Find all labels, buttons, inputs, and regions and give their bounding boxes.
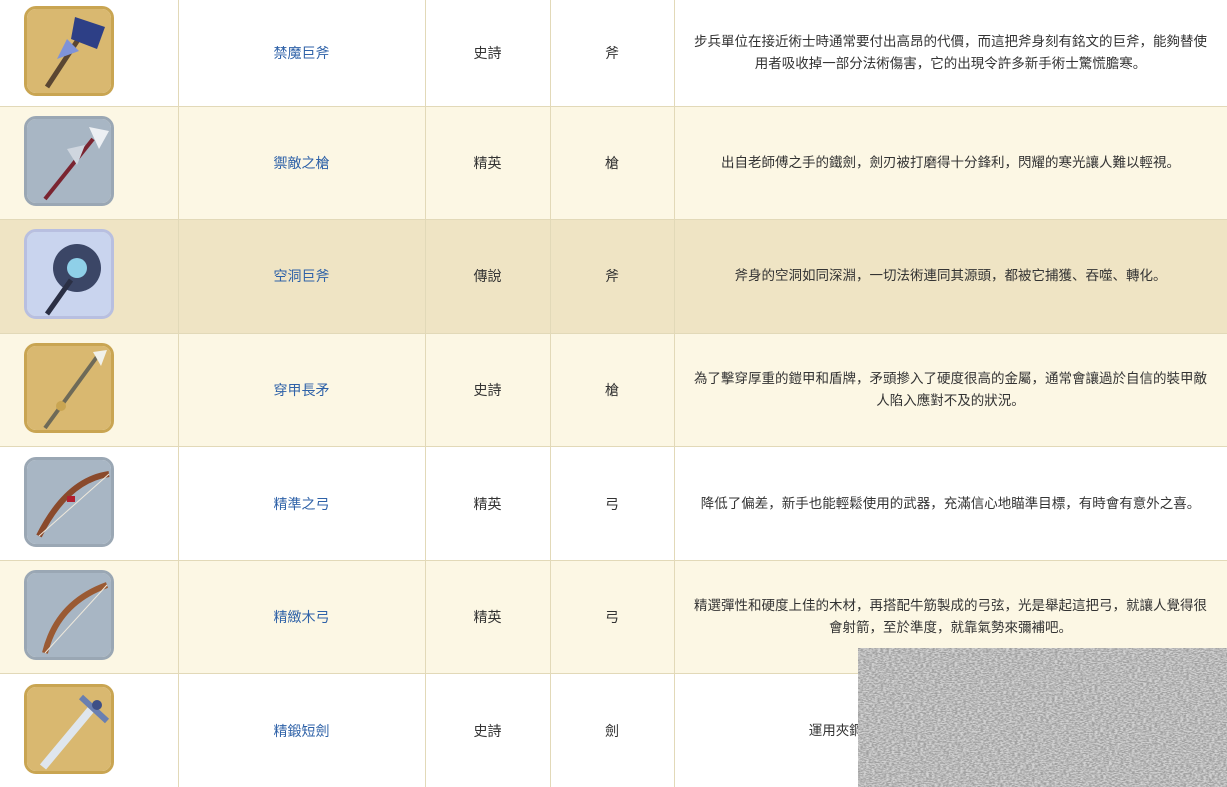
weapon-name-cell: 空洞巨斧 <box>178 219 426 334</box>
weapon-icon-cell <box>0 106 179 221</box>
void-axe-icon[interactable] <box>23 229 114 320</box>
weapon-rarity: 史詩 <box>425 673 551 787</box>
weapon-rarity: 史詩 <box>425 0 551 107</box>
weapon-description: 步兵單位在接近術士時通常要付出高昂的代價，而這把斧身刻有銘文的巨斧，能夠替使用者… <box>694 33 1207 72</box>
weapon-name-link[interactable]: 禁魔巨斧 <box>274 46 330 62</box>
axe-icon[interactable] <box>23 5 114 96</box>
bow-icon[interactable] <box>23 456 114 547</box>
weapon-icon-cell <box>0 560 179 675</box>
weapon-icon-cell <box>0 446 179 561</box>
weapon-type: 弓 <box>550 446 675 561</box>
weapon-name-cell: 精準之弓 <box>178 446 426 561</box>
spear-icon[interactable] <box>23 115 114 206</box>
weapon-row: 空洞巨斧 傳說斧 斧身的空洞如同深淵，一切法術連同其源頭，都被它捕獲、吞噬、轉化。 <box>0 219 1227 334</box>
weapon-name-link[interactable]: 穿甲長矛 <box>274 383 330 399</box>
weapon-type: 斧 <box>550 219 675 334</box>
weapon-row: 禁魔巨斧 史詩斧步兵單位在接近術士時通常要付出高昂的代價，而這把斧身刻有銘文的巨斧… <box>0 0 1227 107</box>
weapon-name-link[interactable]: 精準之弓 <box>274 497 330 513</box>
weapon-type: 槍 <box>550 333 675 448</box>
weapon-name-cell: 穿甲長矛 <box>178 333 426 448</box>
weapon-row: 穿甲長矛 史詩槍為了擊穿厚重的鎧甲和盾牌，矛頭摻入了硬度很高的金屬，通常會讓過於自… <box>0 333 1227 448</box>
weapon-description: 出自老師傅之手的鐵劍，劍刃被打磨得十分鋒利，閃耀的寒光讓人難以輕視。 <box>721 154 1180 171</box>
weapon-name-cell: 禦敵之槍 <box>178 106 426 221</box>
weapon-rarity: 史詩 <box>425 333 551 448</box>
weapon-name-link[interactable]: 精緻木弓 <box>274 610 330 626</box>
lance-icon[interactable] <box>23 342 114 433</box>
weapon-rarity: 精英 <box>425 560 551 675</box>
weapon-description-cell: 為了擊穿厚重的鎧甲和盾牌，矛頭摻入了硬度很高的金屬，通常會讓過於自信的裝甲敵人陷… <box>674 333 1227 448</box>
weapon-type: 劍 <box>550 673 675 787</box>
weapon-type: 弓 <box>550 560 675 675</box>
weapon-description: 精選彈性和硬度上佳的木材，再搭配牛筋製成的弓弦，光是舉起這把弓，就讓人覺得很會射… <box>694 598 1207 637</box>
weapon-description: 斧身的空洞如同深淵，一切法術連同其源頭，都被它捕獲、吞噬、轉化。 <box>734 268 1167 285</box>
weapon-name-link[interactable]: 禦敵之槍 <box>274 156 330 172</box>
weapon-type: 斧 <box>550 0 675 107</box>
weapon-row: 精準之弓 精英弓 降低了偏差，新手也能輕鬆使用的武器，充滿信心地瞄準目標，有時會有意… <box>0 446 1227 561</box>
short-sword-icon[interactable] <box>23 683 114 774</box>
weapon-description: 降低了偏差，新手也能輕鬆使用的武器，充滿信心地瞄準目標，有時會有意外之喜。 <box>700 495 1201 512</box>
weapon-icon-cell <box>0 219 179 334</box>
weapon-description-cell: 出自老師傅之手的鐵劍，劍刃被打磨得十分鋒利，閃耀的寒光讓人難以輕視。 <box>674 106 1227 221</box>
weapon-description: 為了擊穿厚重的鎧甲和盾牌，矛頭摻入了硬度很高的金屬，通常會讓過於自信的裝甲敵人陷… <box>694 370 1207 409</box>
weapon-type: 槍 <box>550 106 675 221</box>
weapon-description-cell: 步兵單位在接近術士時通常要付出高昂的代價，而這把斧身刻有銘文的巨斧，能夠替使用者… <box>674 0 1227 107</box>
weapon-description-cell: 降低了偏差，新手也能輕鬆使用的武器，充滿信心地瞄準目標，有時會有意外之喜。 <box>674 446 1227 561</box>
weapon-name-link[interactable]: 空洞巨斧 <box>274 269 330 285</box>
weapon-rarity: 傳說 <box>425 219 551 334</box>
weapon-rarity: 精英 <box>425 446 551 561</box>
weapon-row: 禦敵之槍 精英槍 出自老師傅之手的鐵劍，劍刃被打磨得十分鋒利，閃耀的寒光讓人難以輕視… <box>0 106 1227 221</box>
weapon-icon-cell <box>0 673 179 787</box>
weapon-icon-cell <box>0 0 179 107</box>
censor-mosaic-overlay <box>858 648 1227 787</box>
weapon-name-link[interactable]: 精鍛短劍 <box>274 724 330 740</box>
wooden-bow-icon[interactable] <box>23 570 114 661</box>
weapon-description-cell: 斧身的空洞如同深淵，一切法術連同其源頭，都被它捕獲、吞噬、轉化。 <box>674 219 1227 334</box>
weapon-name-cell: 精緻木弓 <box>178 560 426 675</box>
weapon-rarity: 精英 <box>425 106 551 221</box>
weapon-icon-cell <box>0 333 179 448</box>
weapon-name-cell: 精鍛短劍 <box>178 673 426 787</box>
weapon-name-cell: 禁魔巨斧 <box>178 0 426 107</box>
